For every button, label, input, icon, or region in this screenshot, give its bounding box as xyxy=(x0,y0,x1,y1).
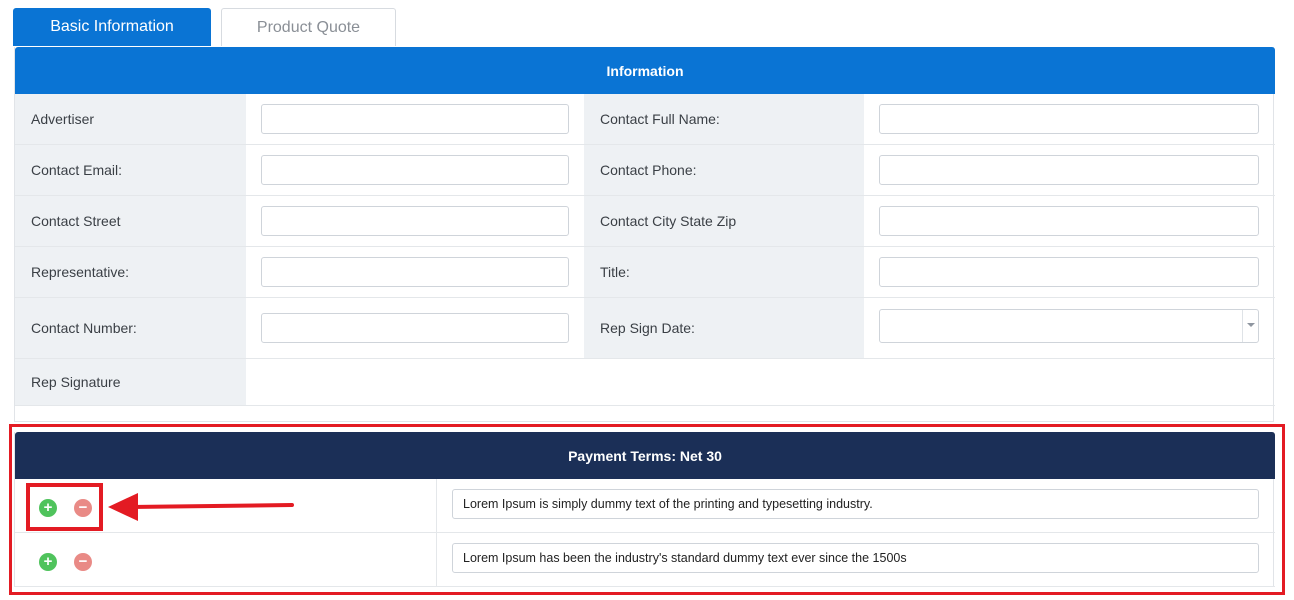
contact-city-state-zip-label: Contact City State Zip xyxy=(584,196,864,246)
form-row: Contact Street Contact City State Zip xyxy=(15,196,1275,247)
title-label: Title: xyxy=(584,247,864,297)
advertiser-label: Advertiser xyxy=(15,94,246,144)
contact-phone-label: Contact Phone: xyxy=(584,145,864,195)
rep-signature-label: Rep Signature xyxy=(15,359,246,405)
contact-street-input[interactable] xyxy=(261,206,569,236)
tab-product-quote[interactable]: Product Quote xyxy=(221,8,396,46)
title-input[interactable] xyxy=(879,257,1259,287)
contact-number-input[interactable] xyxy=(261,313,569,343)
contact-city-state-zip-input[interactable] xyxy=(879,206,1259,236)
contact-street-label: Contact Street xyxy=(15,196,246,246)
annotation-button-box xyxy=(26,483,103,531)
annotation-arrow-icon xyxy=(108,493,294,521)
form-row: Contact Email: Contact Phone: xyxy=(15,145,1275,196)
contact-full-name-label: Contact Full Name: xyxy=(584,94,864,144)
representative-input[interactable] xyxy=(261,257,569,287)
form-row: Representative: Title: xyxy=(15,247,1275,298)
representative-label: Representative: xyxy=(15,247,246,297)
contact-email-input[interactable] xyxy=(261,155,569,185)
rep-sign-date-dropdown[interactable] xyxy=(879,309,1259,343)
tab-basic-information[interactable]: Basic Information xyxy=(13,8,211,46)
contact-email-label: Contact Email: xyxy=(15,145,246,195)
rep-sign-date-label: Rep Sign Date: xyxy=(584,298,864,358)
information-panel: Information Advertiser Contact Full Name… xyxy=(14,47,1275,422)
chevron-down-icon[interactable] xyxy=(1242,310,1258,342)
rep-signature-area[interactable] xyxy=(246,359,1275,405)
contact-full-name-input[interactable] xyxy=(879,104,1259,134)
advertiser-input[interactable] xyxy=(261,104,569,134)
information-header: Information xyxy=(15,47,1275,94)
contact-number-label: Contact Number: xyxy=(15,298,246,358)
form-row: Contact Number: Rep Sign Date: xyxy=(15,298,1275,359)
form-row: Advertiser Contact Full Name: xyxy=(15,94,1275,145)
contact-phone-input[interactable] xyxy=(879,155,1259,185)
form-row: Rep Signature xyxy=(15,359,1275,406)
